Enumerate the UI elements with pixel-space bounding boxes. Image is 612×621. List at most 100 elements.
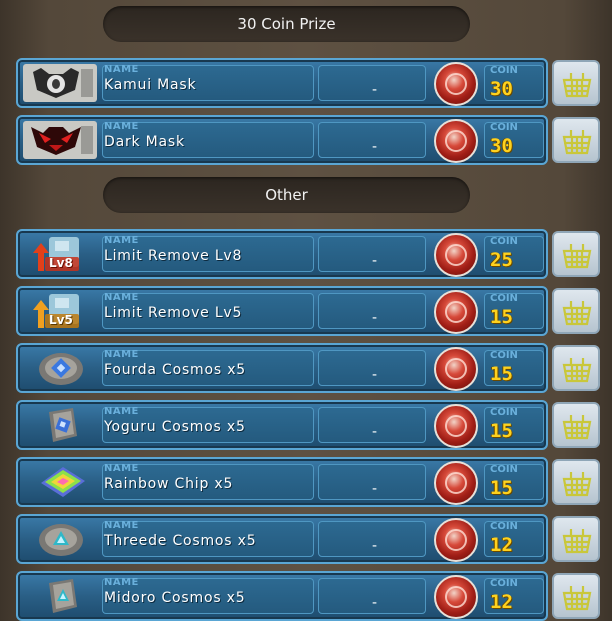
- basket-icon: [562, 130, 592, 155]
- coin-medal-icon: [434, 518, 478, 562]
- coin-tag: COIN: [490, 464, 518, 475]
- item-name: Rainbow Chip x5: [104, 476, 234, 492]
- basket-icon: [562, 73, 592, 98]
- coin-cost: 30: [490, 135, 513, 157]
- buy-button[interactable]: [552, 459, 600, 505]
- threede-cosmos-icon: [23, 520, 97, 558]
- basket-icon: [562, 529, 592, 554]
- fourda-cosmos-icon: [23, 349, 97, 387]
- coin-tag: COIN: [490, 521, 518, 532]
- basket-icon: [562, 472, 592, 497]
- buy-button[interactable]: [552, 117, 600, 163]
- name-tag: NAME: [104, 349, 139, 360]
- name-tag: NAME: [104, 463, 139, 474]
- basket-icon: [562, 586, 592, 611]
- coin-cost: 15: [490, 477, 513, 499]
- item-name: Kamui Mask: [104, 77, 197, 93]
- buy-button[interactable]: [552, 516, 600, 562]
- item-name: Fourda Cosmos x5: [104, 362, 246, 378]
- name-tag: NAME: [104, 292, 139, 303]
- item-name: Threede Cosmos x5: [104, 533, 257, 549]
- extra-value: -: [372, 139, 378, 155]
- item-panel: NAME Dark Mask - COIN 30: [16, 115, 548, 165]
- coin-medal-icon: [434, 290, 478, 334]
- level-badge: Lv8: [49, 256, 73, 270]
- extra-value: -: [372, 538, 378, 554]
- limit-remove-lv5-icon: Lv5: [23, 292, 97, 330]
- item-panel: NAME Yoguru Cosmos x5 - COIN 15: [16, 400, 548, 450]
- kamui-mask-icon: [23, 64, 97, 102]
- buy-button[interactable]: [552, 573, 600, 619]
- coin-cost: 30: [490, 78, 513, 100]
- coin-cost: 15: [490, 363, 513, 385]
- extra-value: -: [372, 481, 378, 497]
- section-header-30-coin-prize: 30 Coin Prize: [103, 6, 470, 42]
- basket-icon: [562, 415, 592, 440]
- item-name: Yoguru Cosmos x5: [104, 419, 246, 435]
- coin-medal-icon: [434, 233, 478, 277]
- item-panel: NAME Kamui Mask - COIN 30: [16, 58, 548, 108]
- item-panel: NAME Threede Cosmos x5 - COIN 12: [16, 514, 548, 564]
- item-name: Dark Mask: [104, 134, 185, 150]
- name-tag: NAME: [104, 235, 139, 246]
- extra-value: -: [372, 367, 378, 383]
- buy-button[interactable]: [552, 345, 600, 391]
- shop-row: Lv8 NAME Limit Remove Lv8 - COIN 25: [16, 229, 606, 279]
- item-panel: Lv5 NAME Limit Remove Lv5 - COIN 15: [16, 286, 548, 336]
- yoguru-cosmos-icon: [23, 406, 97, 444]
- item-name: Limit Remove Lv8: [104, 248, 243, 264]
- midoro-cosmos-icon: [23, 577, 97, 615]
- shop-row: NAME Dark Mask - COIN 30: [16, 115, 606, 165]
- shop-row: NAME Threede Cosmos x5 - COIN 12: [16, 514, 606, 564]
- shop-row: NAME Midoro Cosmos x5 - COIN 12: [16, 571, 606, 621]
- item-panel: NAME Midoro Cosmos x5 - COIN 12: [16, 571, 548, 621]
- extra-value: -: [372, 595, 378, 611]
- shop-row: Lv5 NAME Limit Remove Lv5 - COIN 15: [16, 286, 606, 336]
- coin-cost: 15: [490, 420, 513, 442]
- extra-value: -: [372, 82, 378, 98]
- extra-value: -: [372, 253, 378, 269]
- shop-row: NAME Fourda Cosmos x5 - COIN 15: [16, 343, 606, 393]
- coin-medal-icon: [434, 461, 478, 505]
- buy-button[interactable]: [552, 288, 600, 334]
- buy-button[interactable]: [552, 402, 600, 448]
- coin-tag: COIN: [490, 122, 518, 133]
- coin-cost: 15: [490, 306, 513, 328]
- item-panel: NAME Fourda Cosmos x5 - COIN 15: [16, 343, 548, 393]
- coin-medal-icon: [434, 347, 478, 391]
- name-tag: NAME: [104, 406, 139, 417]
- coin-tag: COIN: [490, 65, 518, 76]
- shop-row: NAME Yoguru Cosmos x5 - COIN 15: [16, 400, 606, 450]
- shop-row: NAME Rainbow Chip x5 - COIN 15: [16, 457, 606, 507]
- level-badge: Lv5: [49, 313, 73, 327]
- coin-cost: 12: [490, 591, 513, 613]
- buy-button[interactable]: [552, 231, 600, 277]
- coin-cost: 12: [490, 534, 513, 556]
- extra-value: -: [372, 424, 378, 440]
- extra-value: -: [372, 310, 378, 326]
- dark-mask-icon: [23, 121, 97, 159]
- item-panel: Lv8 NAME Limit Remove Lv8 - COIN 25: [16, 229, 548, 279]
- name-tag: NAME: [104, 520, 139, 531]
- name-tag: NAME: [104, 121, 139, 132]
- buy-button[interactable]: [552, 60, 600, 106]
- coin-medal-icon: [434, 119, 478, 163]
- name-tag: NAME: [104, 64, 139, 75]
- coin-tag: COIN: [490, 407, 518, 418]
- section-header-other: Other: [103, 177, 470, 213]
- coin-medal-icon: [434, 62, 478, 106]
- item-panel: NAME Rainbow Chip x5 - COIN 15: [16, 457, 548, 507]
- name-tag: NAME: [104, 577, 139, 588]
- basket-icon: [562, 244, 592, 269]
- coin-tag: COIN: [490, 350, 518, 361]
- coin-cost: 25: [490, 249, 513, 271]
- basket-icon: [562, 301, 592, 326]
- coin-medal-icon: [434, 575, 478, 619]
- limit-remove-lv8-icon: Lv8: [23, 235, 97, 273]
- coin-tag: COIN: [490, 293, 518, 304]
- coin-medal-icon: [434, 404, 478, 448]
- basket-icon: [562, 358, 592, 383]
- rainbow-chip-icon: [23, 463, 97, 501]
- coin-tag: COIN: [490, 236, 518, 247]
- shop-row: NAME Kamui Mask - COIN 30: [16, 58, 606, 108]
